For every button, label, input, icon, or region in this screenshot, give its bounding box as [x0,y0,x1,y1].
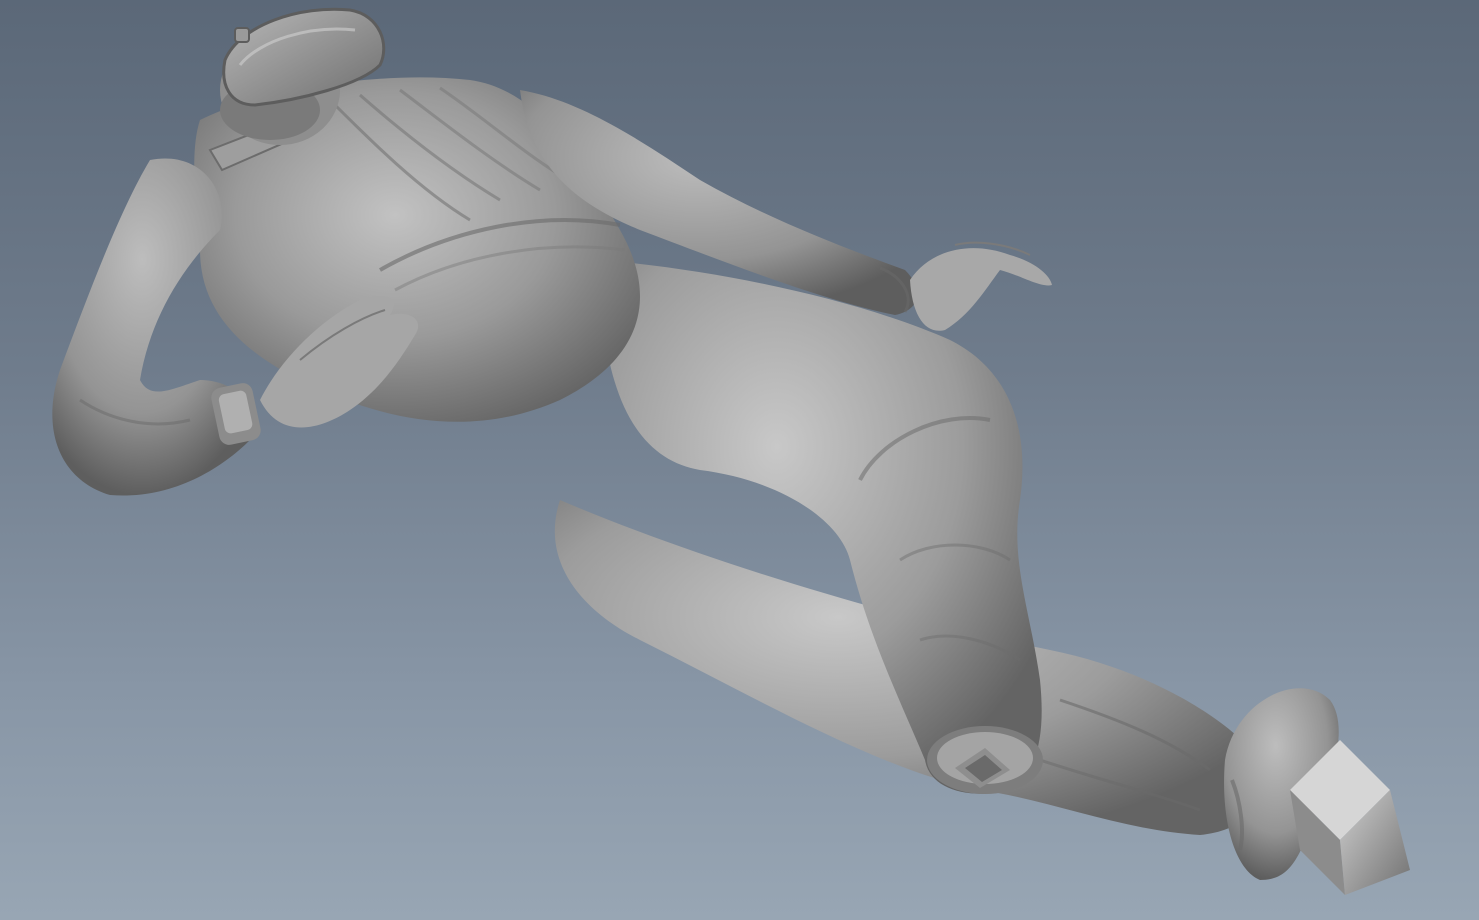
3d-viewport[interactable] [0,0,1479,920]
pant-cuff [927,726,1043,794]
sculpt-render [52,7,1410,895]
right-hand [910,241,1052,331]
